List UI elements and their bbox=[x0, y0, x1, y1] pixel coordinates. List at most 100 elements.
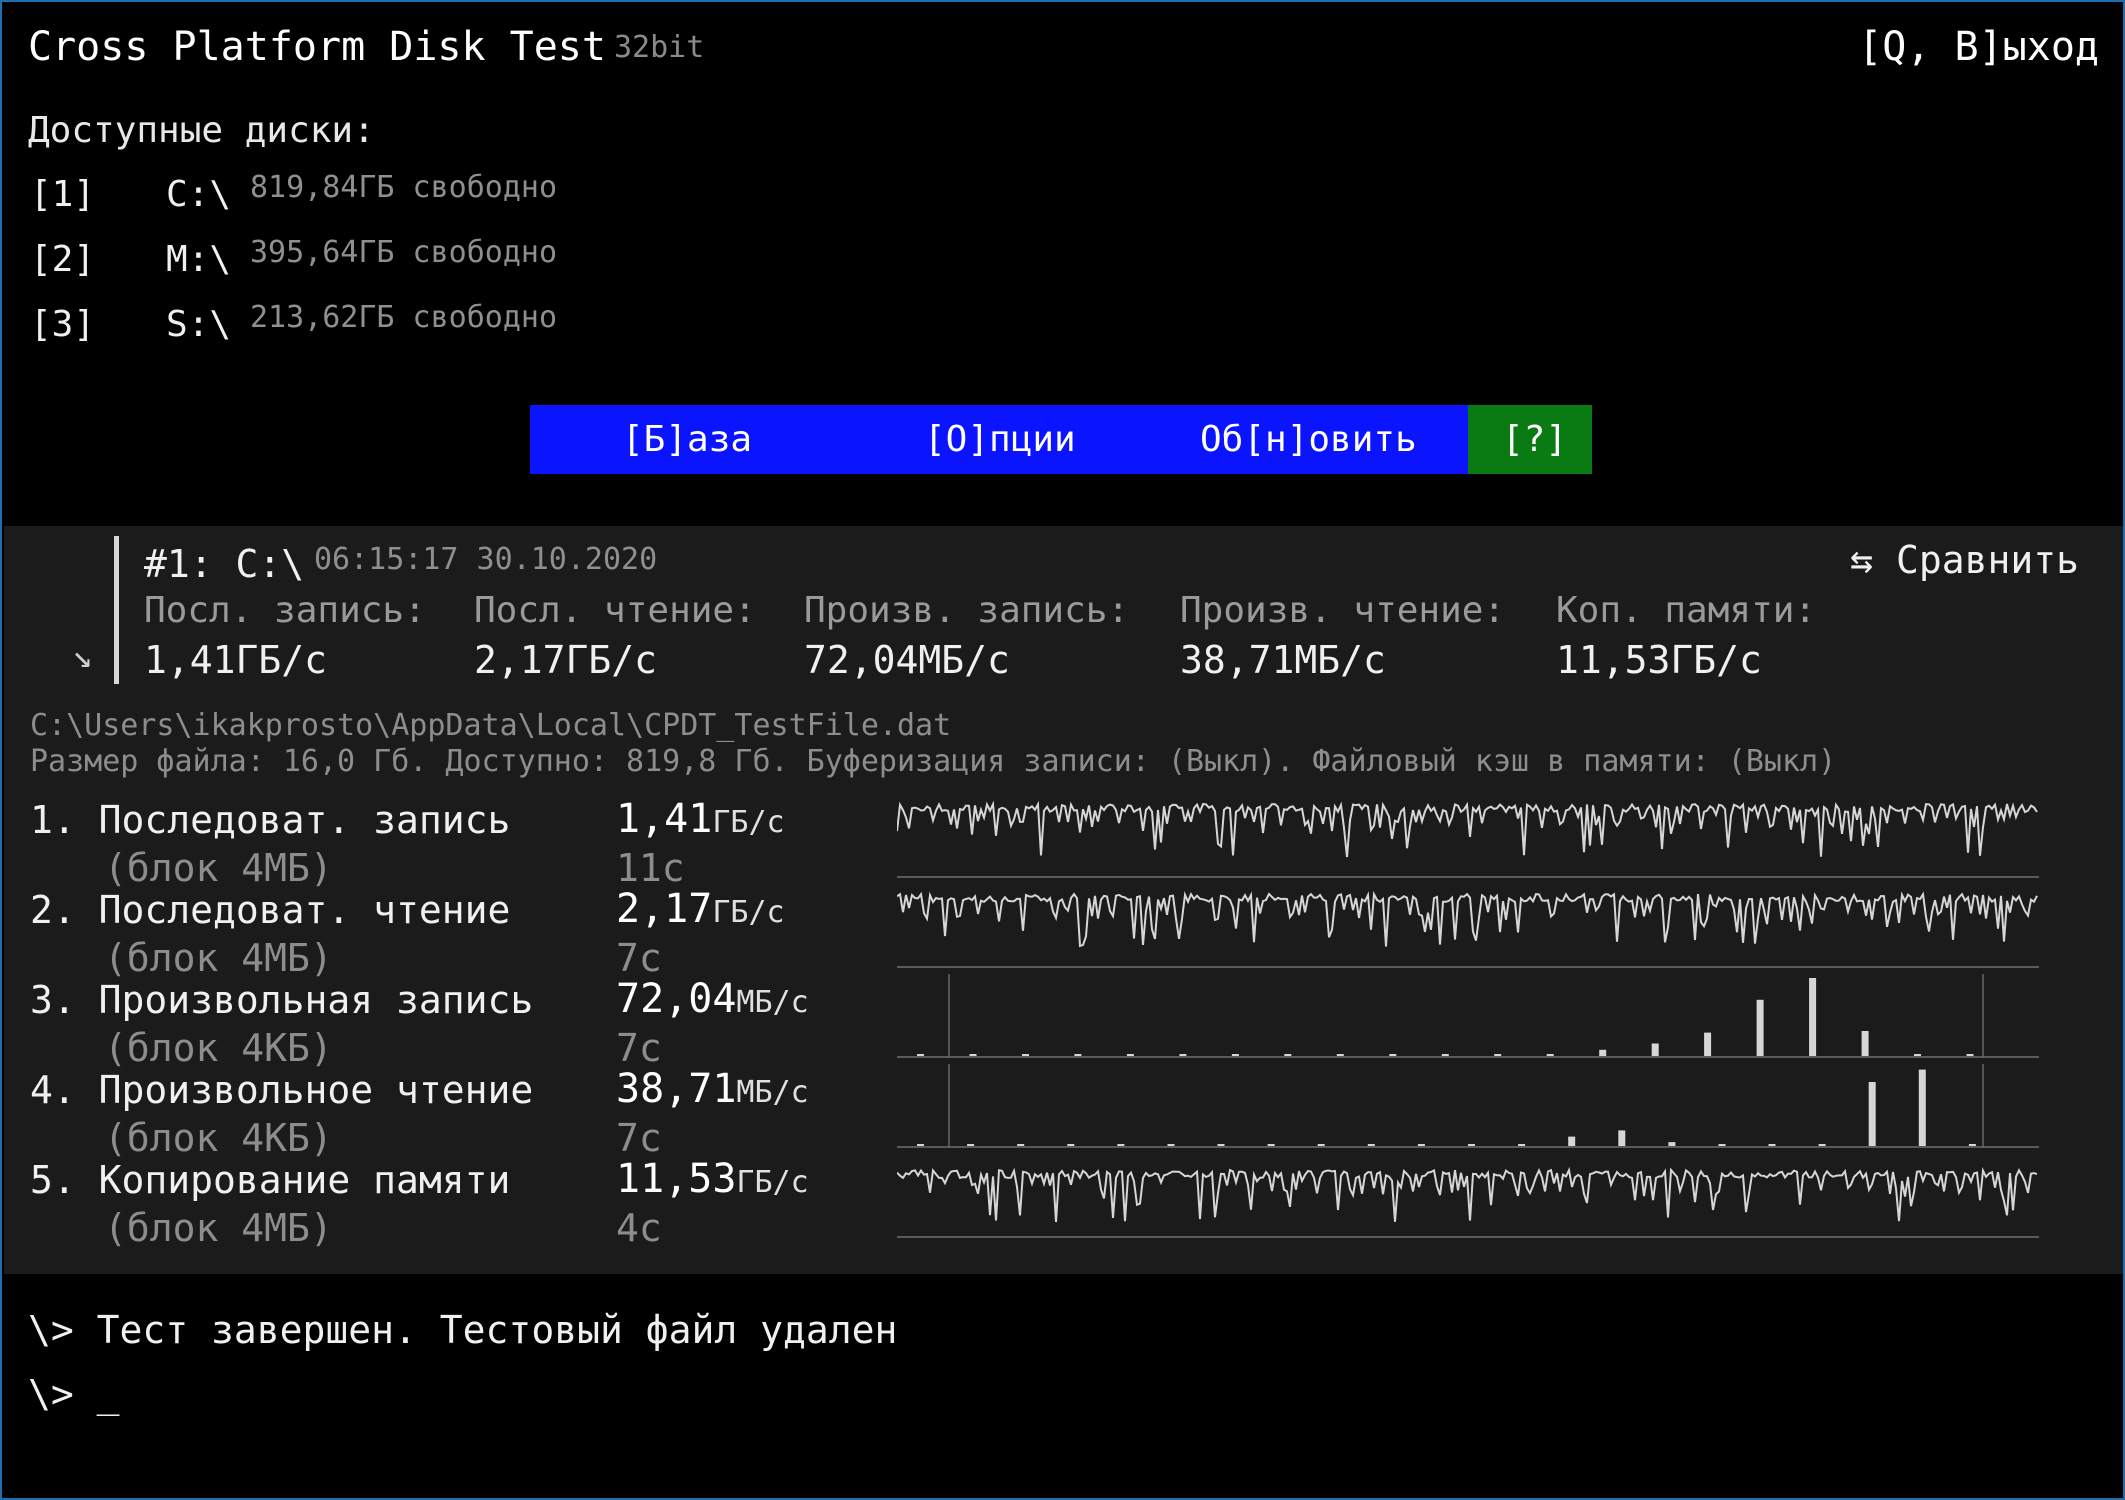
exit-button[interactable]: [Q, В]ыход bbox=[1858, 24, 2099, 70]
main-menu: [Б]аза [О]пции Об[н]овить [?] bbox=[530, 405, 1592, 474]
test-name: 4. Произвольное чтение bbox=[30, 1068, 534, 1112]
graph-bar bbox=[1231, 1054, 1239, 1056]
test-speed: 1,41ГБ/с bbox=[616, 796, 785, 842]
test-speed-unit: ГБ/с bbox=[736, 1165, 809, 1200]
disk-free-space: 395,64ГБ свободно bbox=[250, 235, 558, 270]
test-duration: 11с bbox=[616, 846, 685, 890]
graph-bar bbox=[1651, 1043, 1659, 1056]
graph-bar bbox=[967, 1144, 975, 1146]
test-speed-value: 1,41 bbox=[616, 796, 713, 842]
graph-trace bbox=[897, 890, 2038, 948]
test-speed-unit: МБ/с bbox=[736, 1075, 809, 1110]
graph-bar bbox=[1568, 1136, 1576, 1146]
graph-bar bbox=[1267, 1144, 1275, 1146]
test-name: 1. Последоват. запись bbox=[30, 798, 511, 842]
graph-bar bbox=[1017, 1144, 1025, 1146]
test-block-size: (блок 4КБ) bbox=[104, 1116, 333, 1160]
summary-value: 72,04МБ/с bbox=[804, 638, 1010, 682]
disk-key: [3] bbox=[30, 304, 96, 345]
test-speed: 38,71МБ/с bbox=[616, 1066, 809, 1112]
test-3-graph bbox=[897, 974, 2039, 1058]
graph-bar bbox=[1756, 999, 1764, 1056]
graph-bar bbox=[969, 1054, 977, 1056]
graph-bar bbox=[1217, 1144, 1225, 1146]
graph-bar bbox=[1768, 1144, 1776, 1146]
graph-bar bbox=[1317, 1144, 1325, 1146]
test-speed: 11,53ГБ/с bbox=[616, 1156, 809, 1202]
graph-bar bbox=[1067, 1144, 1075, 1146]
test-speed-unit: МБ/с bbox=[736, 985, 809, 1020]
graph-bar bbox=[1918, 1069, 1926, 1146]
graph-bar bbox=[1546, 1054, 1554, 1056]
graph-bar bbox=[1968, 1144, 1976, 1146]
disk-key: [1] bbox=[30, 174, 96, 215]
test-duration: 7с bbox=[616, 1116, 662, 1160]
summary-value: 1,41ГБ/с bbox=[144, 638, 328, 682]
result-datetime: 06:15:17 30.10.2020 bbox=[314, 542, 658, 577]
summary-label: Произв. чтение: bbox=[1180, 590, 1506, 631]
graph-bar bbox=[1914, 1054, 1921, 1056]
graph-bar bbox=[1668, 1142, 1676, 1146]
summary-value: 38,71МБ/с bbox=[1180, 638, 1386, 682]
test-speed-unit: ГБ/с bbox=[712, 895, 785, 930]
menu-help-button[interactable]: [?] bbox=[1502, 419, 1567, 460]
test-name: 5. Копирование памяти bbox=[30, 1158, 511, 1202]
graph-bar bbox=[1618, 1130, 1626, 1146]
test-speed-value: 72,04 bbox=[616, 976, 737, 1022]
menu-refresh-button[interactable]: Об[н]овить bbox=[1200, 419, 1417, 460]
test-duration: 4с bbox=[616, 1206, 662, 1250]
graph-bar bbox=[1117, 1144, 1125, 1146]
result-panel: ↘ #1: C:\ 06:15:17 30.10.2020 ⇆ Сравнить… bbox=[4, 526, 2123, 1274]
menu-base-button[interactable]: [Б]аза bbox=[622, 419, 752, 460]
test-block-size: (блок 4МБ) bbox=[104, 936, 333, 980]
graph-bar bbox=[1868, 1082, 1876, 1146]
test-speed-unit: ГБ/с bbox=[712, 805, 785, 840]
disk-key: [2] bbox=[30, 239, 96, 280]
test-block-size: (блок 4МБ) bbox=[104, 1206, 333, 1250]
console-input-line[interactable]: \> _ bbox=[28, 1372, 120, 1416]
disk-letter: M:\ bbox=[166, 239, 232, 280]
disk-free-space: 819,84ГБ свободно bbox=[250, 170, 558, 205]
test-name: 2. Последоват. чтение bbox=[30, 888, 511, 932]
graph-bar bbox=[1367, 1144, 1375, 1146]
test-name: 3. Произвольная запись bbox=[30, 978, 534, 1022]
summary-label: Посл. запись: bbox=[144, 590, 426, 631]
summary-label: Посл. чтение: bbox=[474, 590, 756, 631]
summary-value: 2,17ГБ/с bbox=[474, 638, 658, 682]
graph-bar bbox=[1417, 1144, 1425, 1146]
menu-help-area: [?] bbox=[1468, 405, 1592, 474]
test-file-path: C:\Users\ikakprosto\AppData\Local\CPDT_T… bbox=[30, 708, 952, 743]
graph-trace bbox=[897, 800, 2038, 858]
graph-bar bbox=[1468, 1144, 1475, 1146]
app-title: Cross Platform Disk Test bbox=[28, 24, 606, 70]
test-1-graph bbox=[897, 800, 2039, 878]
test-file-info: Размер файла: 16,0 Гб. Доступно: 819,8 Г… bbox=[30, 744, 1837, 779]
graph-trace bbox=[897, 1166, 2038, 1223]
graph-bar bbox=[1518, 1144, 1526, 1146]
summary-label: Произв. запись: bbox=[804, 590, 1130, 631]
test-5-graph bbox=[897, 1166, 2039, 1238]
console-status-line: \> Тест завершен. Тестовый файл удален bbox=[28, 1308, 898, 1352]
graph-bar bbox=[917, 1054, 924, 1056]
compare-button[interactable]: ⇆ Сравнить bbox=[1850, 538, 2079, 582]
graph-bar bbox=[1179, 1054, 1187, 1056]
test-duration: 7с bbox=[616, 1026, 662, 1070]
graph-bar bbox=[1818, 1144, 1826, 1146]
graph-bar bbox=[1494, 1054, 1502, 1056]
graph-bar bbox=[1126, 1054, 1134, 1056]
menu-bar: [Б]аза [О]пции Об[н]овить bbox=[530, 405, 1468, 474]
menu-options-button[interactable]: [О]пции bbox=[924, 419, 1076, 460]
graph-bar bbox=[1074, 1054, 1082, 1056]
graph-bar bbox=[1704, 1032, 1712, 1056]
graph-bar bbox=[1284, 1054, 1292, 1056]
selection-bar bbox=[114, 536, 119, 684]
test-block-size: (блок 4МБ) bbox=[104, 846, 333, 890]
corner-arrow-icon[interactable]: ↘ bbox=[72, 636, 92, 676]
graph-bar bbox=[1441, 1054, 1449, 1056]
summary-label: Коп. памяти: bbox=[1556, 590, 1817, 631]
app-window: Cross Platform Disk Test 32bit [Q, В]ыхо… bbox=[0, 0, 2125, 1500]
disks-heading: Доступные диски: bbox=[28, 110, 375, 151]
graph-bar bbox=[1599, 1049, 1607, 1056]
disk-letter: S:\ bbox=[166, 304, 232, 345]
test-4-graph bbox=[897, 1064, 2039, 1148]
